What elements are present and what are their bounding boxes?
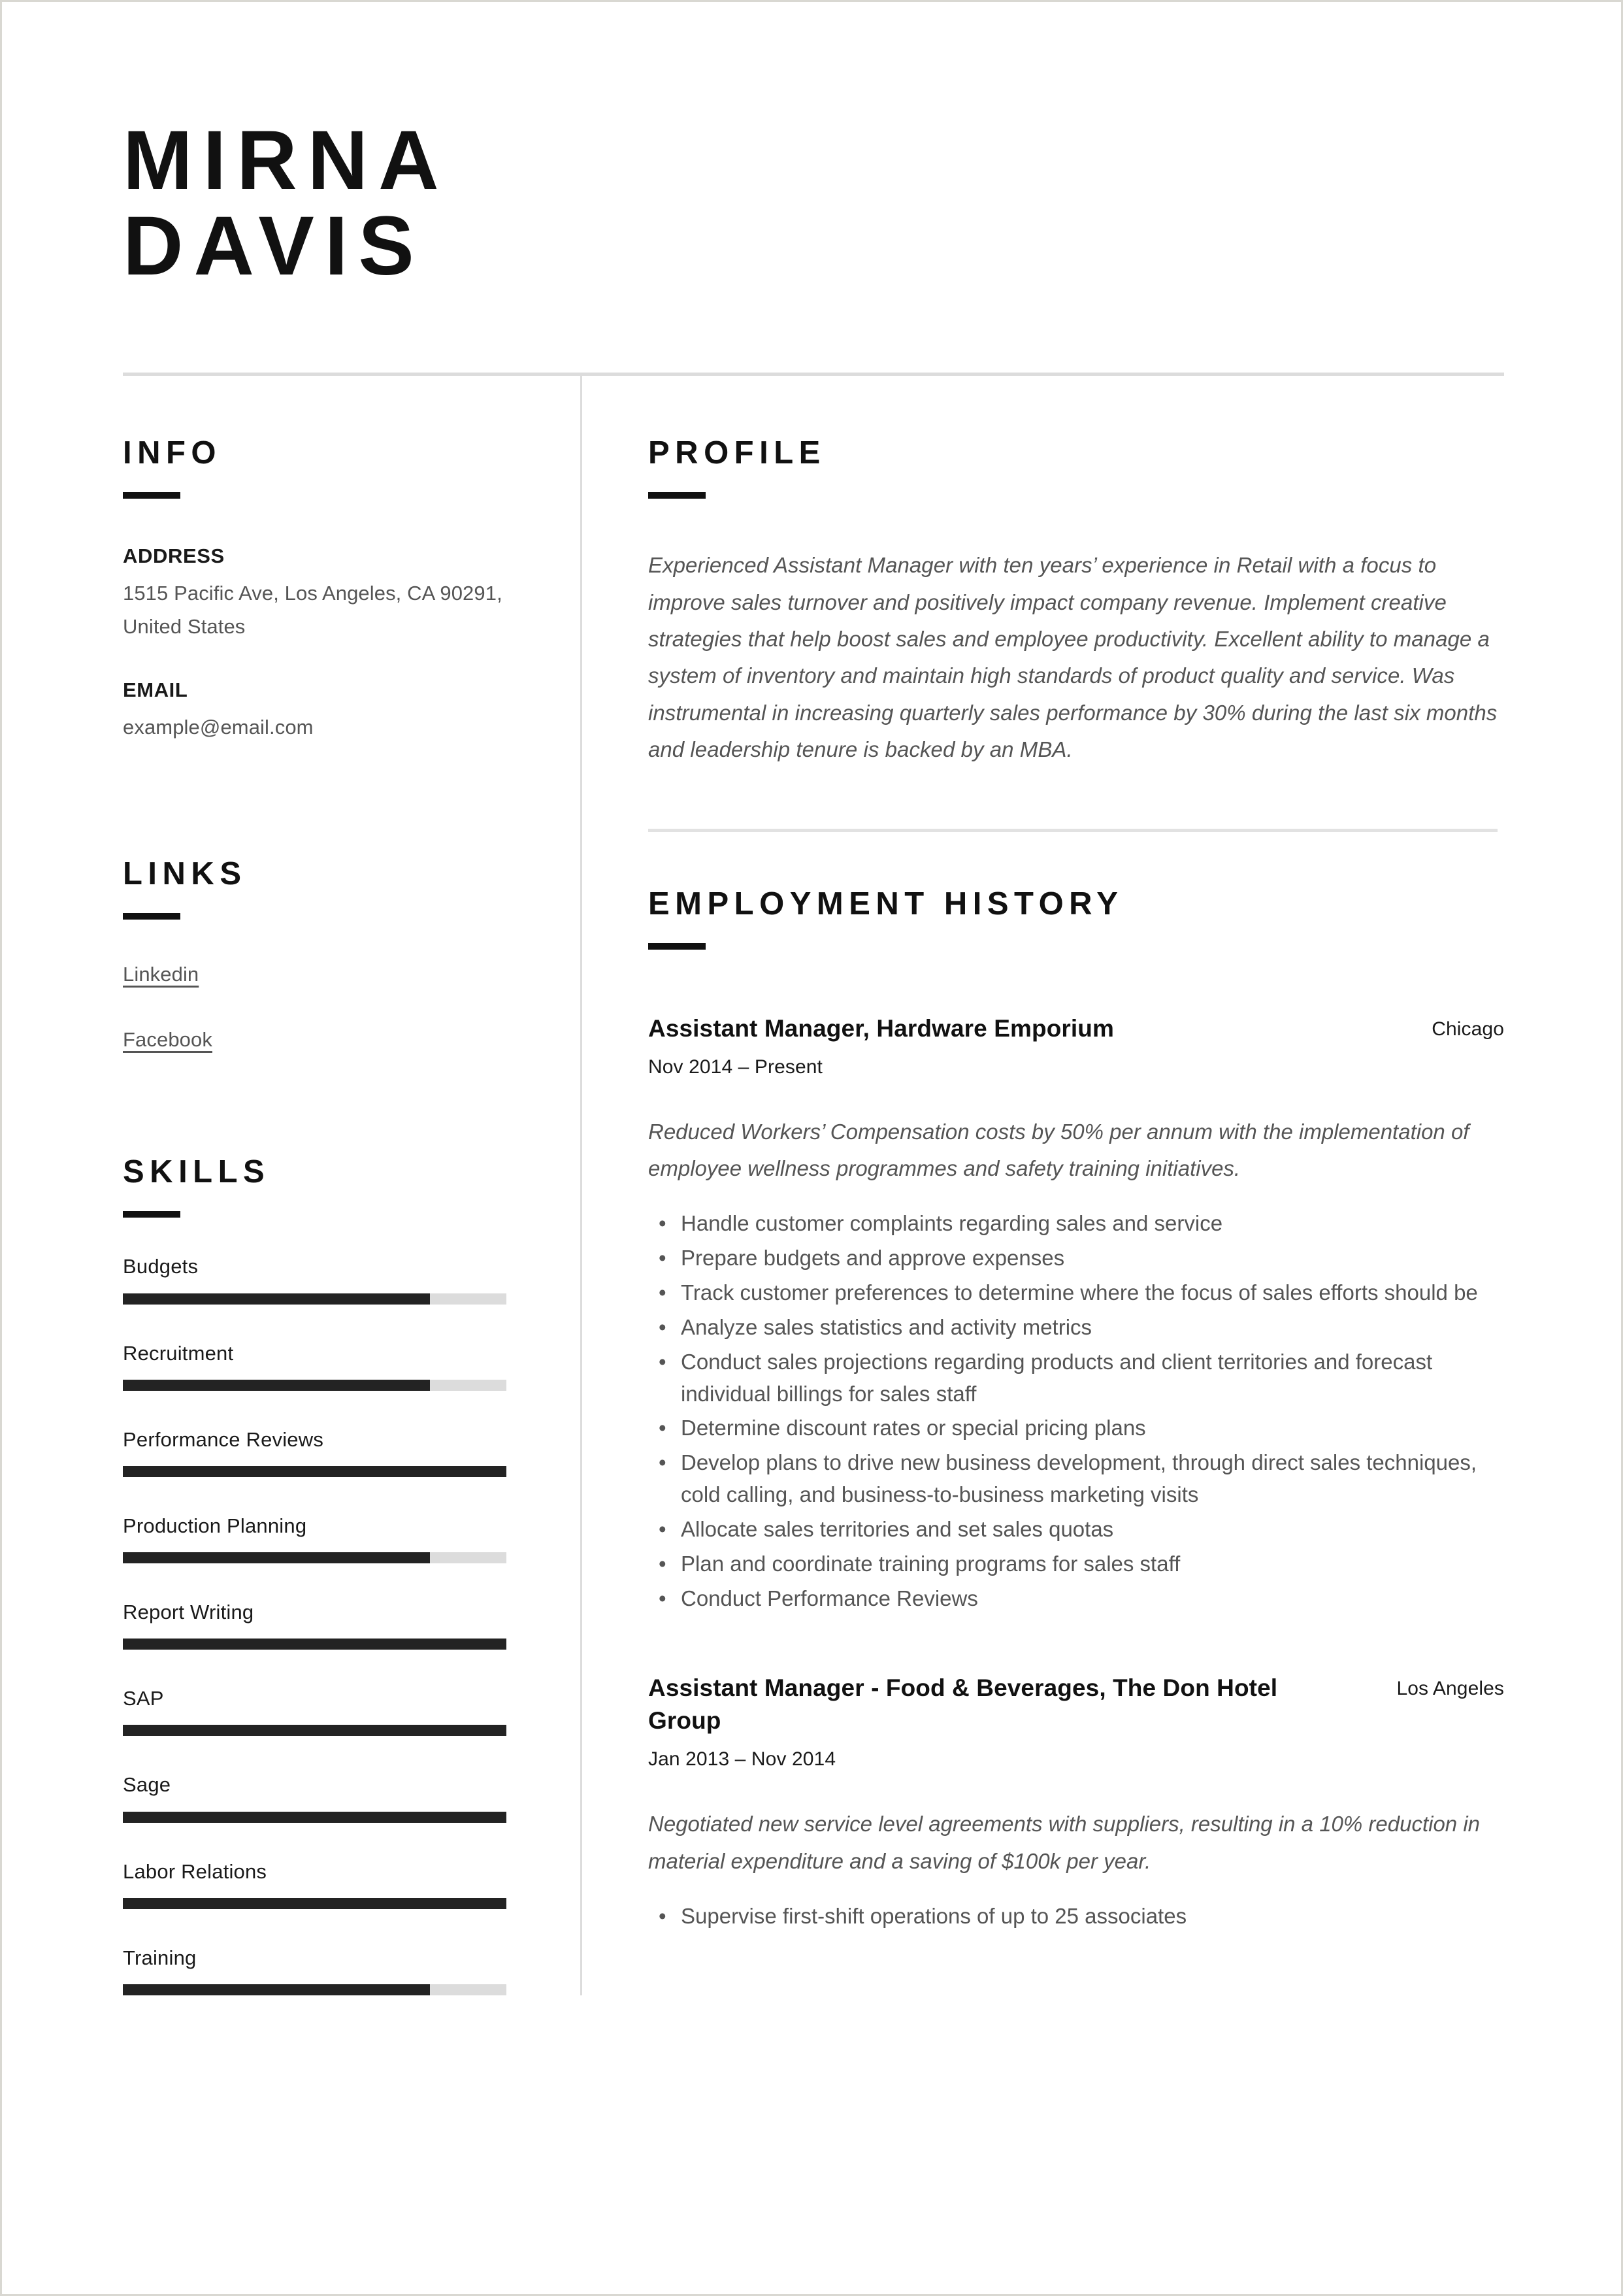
job-bullet: Develop plans to drive new business deve… [648,1447,1504,1511]
skill-label: Production Planning [123,1514,307,1537]
skill-track [123,1293,506,1305]
profile-heading-accent [648,492,706,499]
skill-item: Performance Reviews [123,1427,554,1477]
job-summary: Negotiated new service level agreements … [648,1812,1481,1873]
skill-item: Labor Relations [123,1859,554,1909]
skill-label: Recruitment [123,1341,234,1365]
skill-fill [123,1725,506,1737]
job-title: Assistant Manager - Food & Beverages, Th… [648,1674,1278,1735]
profile-section: PROFILE Experienced Assistant Manager wi… [648,437,1504,769]
skills-heading-accent [123,1211,180,1218]
body-columns: INFO ADDRESS 1515 Pacific Ave, Los Angel… [123,376,1504,1996]
skill-item: SAP [123,1686,554,1737]
skill-fill [123,1897,506,1909]
email-label: EMAIL [123,678,188,701]
links-section: LINKS Linkedin Facebook [123,858,554,1052]
profile-heading: PROFILE [648,435,826,471]
job-header: Assistant Manager - Food & Beverages, Th… [648,1672,1504,1737]
job-bullet: Track customer preferences to determine … [648,1277,1504,1309]
skill-label: Budgets [123,1255,199,1278]
skill-fill [123,1639,506,1650]
job-bullet: Handle customer complaints regarding sal… [648,1208,1504,1240]
job-bullet: Prepare budgets and approve expenses [648,1242,1504,1274]
employment-section: EMPLOYMENT HISTORY Assistant Manager, Ha… [648,888,1504,1933]
job-dates: Nov 2014 – Present [648,1056,823,1078]
job-dates: Jan 2013 – Nov 2014 [648,1748,836,1771]
job-summary: Reduced Workers’ Compensation costs by 5… [648,1119,1469,1180]
skill-track [123,1379,506,1391]
job-entry: Assistant Manager, Hardware Emporium Chi… [648,1012,1504,1615]
skill-label: Sage [123,1773,171,1797]
main-column: PROFILE Experienced Assistant Manager wi… [582,376,1504,1995]
sidebar-column: INFO ADDRESS 1515 Pacific Ave, Los Angel… [123,376,580,1996]
skill-track [123,1465,506,1477]
skill-track [123,1725,506,1737]
job-bullet: Allocate sales territories and set sales… [648,1514,1504,1546]
job-bullet: Determine discount rates or special pric… [648,1412,1504,1444]
skills-heading: SKILLS [123,1154,270,1190]
skill-track [123,1811,506,1823]
skill-item: Sage [123,1772,554,1823]
skill-label: Performance Reviews [123,1427,324,1451]
skill-label: Training [123,1946,197,1969]
name-header: MIRNA DAVIS [123,2,1504,289]
address-group: ADDRESS 1515 Pacific Ave, Los Angeles, C… [123,543,554,643]
skill-fill [123,1811,506,1823]
resume-page: MIRNA DAVIS INFO ADDRESS 1515 Pacific Av… [0,0,1623,2296]
job-entry: Assistant Manager - Food & Beverages, Th… [648,1672,1504,1933]
job-bullet: Analyze sales statistics and activity me… [648,1312,1504,1344]
skill-fill [123,1293,430,1305]
resume-content: MIRNA DAVIS INFO ADDRESS 1515 Pacific Av… [2,2,1621,2294]
job-bullet: Conduct Performance Reviews [648,1583,1504,1615]
job-bullet: Supervise first-shift operations of up t… [648,1901,1504,1933]
skill-track [123,1552,506,1564]
employment-heading-accent [648,942,706,950]
skill-fill [123,1552,430,1564]
skill-fill [123,1379,430,1391]
job-bullet: Conduct sales projections regarding prod… [648,1346,1504,1410]
skill-label: Report Writing [123,1601,254,1624]
email-value: example@email.com [123,716,314,739]
address-value: 1515 Pacific Ave, Los Angeles, CA 90291,… [123,582,502,638]
link-linkedin[interactable]: Linkedin [123,963,199,986]
email-group: EMAIL example@email.com [123,677,554,744]
skill-track [123,1639,506,1650]
links-heading-accent [123,913,180,920]
info-heading: INFO [123,435,222,471]
skill-fill [123,1984,430,1996]
job-location: Los Angeles [1396,1678,1504,1700]
link-facebook[interactable]: Facebook [123,1028,212,1052]
info-section: INFO ADDRESS 1515 Pacific Ave, Los Angel… [123,437,554,744]
job-bullet-list: Handle customer complaints regarding sal… [648,1208,1504,1614]
profile-text: Experienced Assistant Manager with ten y… [648,553,1498,762]
info-heading-accent [123,492,180,499]
skill-item: Report Writing [123,1600,554,1650]
skill-label: SAP [123,1687,164,1710]
job-bullet-list: Supervise first-shift operations of up t… [648,1901,1504,1933]
skill-track [123,1897,506,1909]
skill-item: Recruitment [123,1341,554,1391]
skill-item: Training [123,1946,554,1996]
job-title: Assistant Manager, Hardware Emporium [648,1014,1114,1042]
skill-label: Labor Relations [123,1859,267,1883]
link-row-facebook: Facebook [123,1028,554,1052]
job-header: Assistant Manager, Hardware Emporium Chi… [648,1012,1504,1045]
address-label: ADDRESS [123,544,225,568]
job-location: Chicago [1432,1018,1504,1040]
job-bullet: Plan and coordinate training programs fo… [648,1548,1504,1580]
employment-heading: EMPLOYMENT HISTORY [648,886,1124,922]
skill-item: Production Planning [123,1514,554,1564]
skills-section: SKILLS Budgets Recruitment Performance R… [123,1154,554,1996]
link-row-linkedin: Linkedin [123,963,554,986]
skill-fill [123,1465,506,1477]
skill-track [123,1984,506,1996]
profile-employment-divider [648,828,1498,832]
links-heading: LINKS [123,856,247,892]
first-name: MIRNA [123,114,450,207]
skill-item: Budgets [123,1254,554,1305]
last-name: DAVIS [123,199,425,293]
